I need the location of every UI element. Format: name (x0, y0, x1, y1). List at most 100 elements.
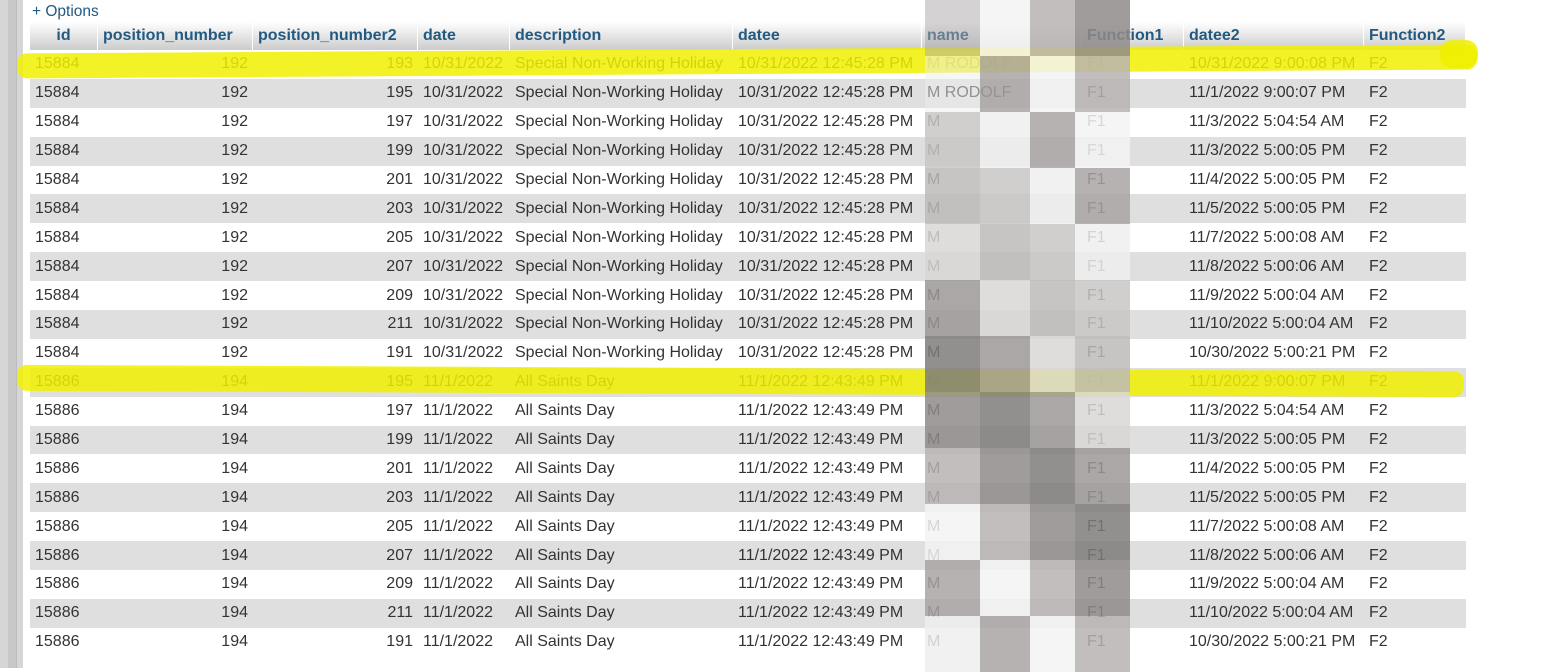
cell-date[interactable]: 11/1/2022 (418, 570, 510, 599)
cell-function2[interactable]: F2 (1364, 541, 1466, 571)
cell-id[interactable]: 15884 (30, 107, 98, 137)
cell-name[interactable]: M (922, 454, 1082, 484)
cell-id[interactable]: 15884 (30, 78, 98, 108)
cell-function1[interactable]: F1 (1082, 78, 1184, 108)
cell-position-number[interactable]: 192 (98, 252, 253, 282)
cell-position-number2[interactable]: 203 (253, 194, 418, 224)
cell-datee2[interactable]: 11/7/2022 5:00:08 AM (1184, 512, 1364, 542)
cell-datee2[interactable]: 10/30/2022 5:00:21 PM (1184, 338, 1364, 368)
cell-position-number2[interactable]: 209 (253, 570, 418, 599)
cell-position-number[interactable]: 194 (98, 627, 253, 657)
column-header-id[interactable]: id (30, 22, 98, 50)
cell-description[interactable]: Special Non-Working Holiday (510, 78, 733, 108)
cell-datee2[interactable]: 11/5/2022 5:00:05 PM (1184, 483, 1364, 513)
cell-function1[interactable]: F1 (1082, 396, 1184, 426)
cell-datee[interactable]: 11/1/2022 12:43:49 PM (733, 598, 922, 628)
cell-function1[interactable]: F1 (1082, 512, 1184, 542)
cell-datee2[interactable]: 11/4/2022 5:00:05 PM (1184, 165, 1364, 195)
cell-description[interactable]: Special Non-Working Holiday (510, 223, 733, 253)
cell-datee[interactable]: 11/1/2022 12:43:49 PM (733, 627, 922, 657)
cell-date[interactable]: 10/31/2022 (418, 281, 510, 311)
cell-datee[interactable]: 10/31/2022 12:45:28 PM (733, 136, 922, 166)
cell-function2[interactable]: F2 (1364, 281, 1466, 311)
cell-function2[interactable]: F2 (1364, 252, 1466, 282)
cell-function1[interactable]: F1 (1082, 252, 1184, 282)
cell-date[interactable]: 11/1/2022 (418, 598, 510, 628)
cell-description[interactable]: All Saints Day (510, 483, 733, 513)
cell-function1[interactable]: F1 (1082, 194, 1184, 224)
cell-function2[interactable]: F2 (1364, 338, 1466, 368)
cell-description[interactable]: Special Non-Working Holiday (510, 107, 733, 137)
cell-date[interactable]: 10/31/2022 (418, 310, 510, 339)
cell-position-number2[interactable]: 211 (253, 598, 418, 628)
cell-function1[interactable]: F1 (1082, 136, 1184, 166)
cell-description[interactable]: Special Non-Working Holiday (510, 338, 733, 368)
cell-name[interactable]: M (922, 281, 1082, 311)
table-row[interactable]: 15886 194 191 11/1/2022 All Saints Day 11/1/2… (30, 627, 1466, 657)
column-header-datee[interactable]: datee (733, 22, 922, 50)
cell-description[interactable]: Special Non-Working Holiday (510, 281, 733, 311)
cell-description[interactable]: Special Non-Working Holiday (510, 252, 733, 282)
cell-datee[interactable]: 10/31/2022 12:45:28 PM (733, 165, 922, 195)
cell-datee2[interactable]: 11/4/2022 5:00:05 PM (1184, 454, 1364, 484)
table-row[interactable]: 15886 194 195 11/1/2022 All Saints Day 11/1/2… (30, 367, 1466, 397)
cell-datee[interactable]: 10/31/2022 12:45:28 PM (733, 107, 922, 137)
cell-datee[interactable]: 11/1/2022 12:43:49 PM (733, 483, 922, 513)
column-header-date[interactable]: date (418, 22, 510, 50)
cell-position-number2[interactable]: 197 (253, 107, 418, 137)
cell-id[interactable]: 15884 (30, 252, 98, 282)
column-header-function2[interactable]: Function2 (1364, 22, 1466, 50)
cell-position-number[interactable]: 194 (98, 454, 253, 484)
cell-id[interactable]: 15886 (30, 396, 98, 426)
cell-datee[interactable]: 10/31/2022 12:45:28 PM (733, 194, 922, 224)
cell-id[interactable]: 15886 (30, 627, 98, 657)
cell-description[interactable]: All Saints Day (510, 396, 733, 426)
cell-function2[interactable]: F2 (1364, 483, 1466, 513)
cell-function2[interactable]: F2 (1364, 627, 1466, 657)
cell-id[interactable]: 15886 (30, 598, 98, 628)
cell-datee2[interactable]: 11/7/2022 5:00:08 AM (1184, 223, 1364, 253)
cell-function1[interactable]: F1 (1082, 454, 1184, 484)
cell-position-number[interactable]: 194 (98, 367, 253, 397)
cell-name[interactable]: M (922, 598, 1082, 628)
cell-function1[interactable]: F1 (1082, 281, 1184, 311)
cell-position-number[interactable]: 192 (98, 338, 253, 368)
cell-position-number2[interactable]: 207 (253, 252, 418, 282)
cell-function2[interactable]: F2 (1364, 310, 1466, 339)
cell-position-number2[interactable]: 191 (253, 338, 418, 368)
cell-datee2[interactable]: 11/1/2022 9:00:07 PM (1184, 367, 1364, 397)
cell-id[interactable]: 15884 (30, 50, 98, 79)
cell-name[interactable]: M (922, 541, 1082, 571)
cell-function1[interactable]: F1 (1082, 598, 1184, 628)
cell-position-number2[interactable]: 201 (253, 165, 418, 195)
cell-datee[interactable]: 10/31/2022 12:45:28 PM (733, 281, 922, 311)
table-row[interactable]: 15884 192 203 10/31/2022 Special Non-Working… (30, 194, 1466, 224)
cell-datee2[interactable]: 11/10/2022 5:00:04 AM (1184, 598, 1364, 628)
cell-function1[interactable]: F1 (1082, 50, 1184, 79)
table-row[interactable]: 15884 192 207 10/31/2022 Special Non-Working… (30, 252, 1466, 282)
cell-name[interactable]: M (922, 425, 1082, 455)
panel-divider[interactable] (8, 0, 17, 668)
table-row[interactable]: 15886 194 209 11/1/2022 All Saints Day 11/1/2… (30, 570, 1466, 599)
cell-position-number2[interactable]: 199 (253, 425, 418, 455)
cell-datee[interactable]: 10/31/2022 12:45:28 PM (733, 223, 922, 253)
cell-date[interactable]: 11/1/2022 (418, 425, 510, 455)
cell-description[interactable]: Special Non-Working Holiday (510, 165, 733, 195)
cell-datee[interactable]: 11/1/2022 12:43:49 PM (733, 396, 922, 426)
cell-position-number2[interactable]: 205 (253, 223, 418, 253)
cell-date[interactable]: 11/1/2022 (418, 454, 510, 484)
cell-datee[interactable]: 10/31/2022 12:45:28 PM (733, 50, 922, 79)
cell-name[interactable]: M (922, 338, 1082, 368)
cell-id[interactable]: 15884 (30, 136, 98, 166)
cell-date[interactable]: 10/31/2022 (418, 165, 510, 195)
cell-function2[interactable]: F2 (1364, 78, 1466, 108)
cell-function1[interactable]: F1 (1082, 627, 1184, 657)
cell-name[interactable]: M (922, 165, 1082, 195)
cell-datee[interactable]: 10/31/2022 12:45:28 PM (733, 338, 922, 368)
cell-datee[interactable]: 10/31/2022 12:45:28 PM (733, 252, 922, 282)
cell-name[interactable]: M (922, 367, 1082, 397)
cell-position-number2[interactable]: 211 (253, 310, 418, 339)
cell-name[interactable]: M (922, 310, 1082, 339)
cell-description[interactable]: Special Non-Working Holiday (510, 50, 733, 79)
column-header-description[interactable]: description (510, 22, 733, 50)
